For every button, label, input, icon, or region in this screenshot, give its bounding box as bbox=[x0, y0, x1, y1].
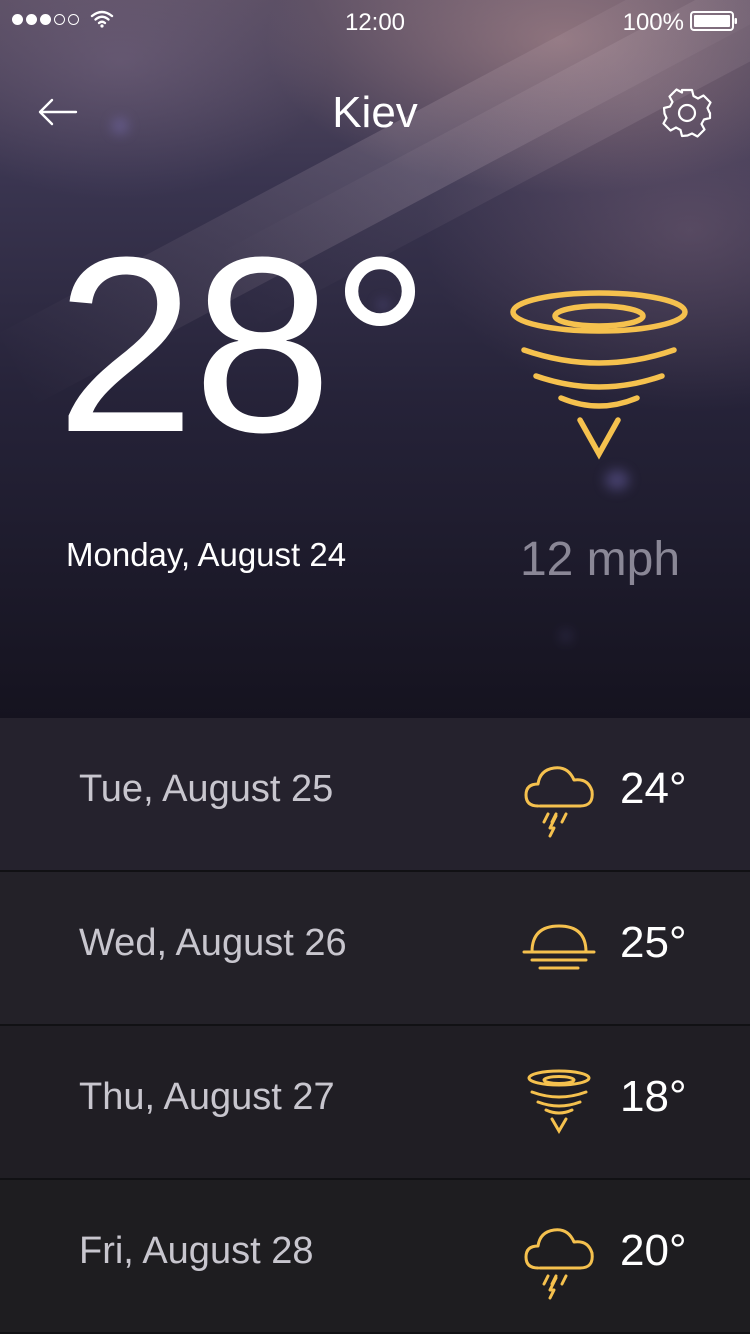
battery-percent: 100% bbox=[622, 9, 684, 36]
tornado-icon bbox=[527, 1069, 591, 1134]
forecast-temp: 20° bbox=[620, 1226, 687, 1275]
forecast-row[interactable]: Thu, August 27 18° bbox=[0, 1026, 750, 1180]
forecast-day: Tue, August 25 bbox=[79, 768, 334, 810]
forecast-row[interactable]: Wed, August 26 25° bbox=[0, 872, 750, 1026]
forecast-row[interactable]: Tue, August 25 24° bbox=[0, 718, 750, 872]
forecast-day: Wed, August 26 bbox=[79, 922, 347, 964]
tornado-icon bbox=[510, 290, 688, 460]
sunset-icon bbox=[522, 924, 596, 970]
forecast-list: Tue, August 25 24° Wed, August 26 25° Th… bbox=[0, 718, 750, 1334]
forecast-day: Fri, August 28 bbox=[79, 1230, 314, 1272]
forecast-row[interactable]: Fri, August 28 20° bbox=[0, 1180, 750, 1334]
city-title: Kiev bbox=[332, 88, 418, 137]
forecast-temp: 18° bbox=[620, 1072, 687, 1121]
wind-speed: 12 mph bbox=[519, 533, 681, 586]
thunderstorm-icon bbox=[524, 1228, 594, 1300]
forecast-temp: 25° bbox=[620, 918, 687, 967]
status-bar: 12:00 100% bbox=[0, 0, 750, 40]
battery-icon bbox=[690, 11, 737, 31]
forecast-day: Thu, August 27 bbox=[79, 1076, 335, 1118]
settings-gear-icon[interactable] bbox=[660, 86, 714, 140]
thunderstorm-icon bbox=[524, 766, 594, 838]
current-date: Monday, August 24 bbox=[66, 536, 347, 573]
current-temperature: 28° bbox=[56, 205, 430, 484]
forecast-temp: 24° bbox=[620, 764, 687, 813]
